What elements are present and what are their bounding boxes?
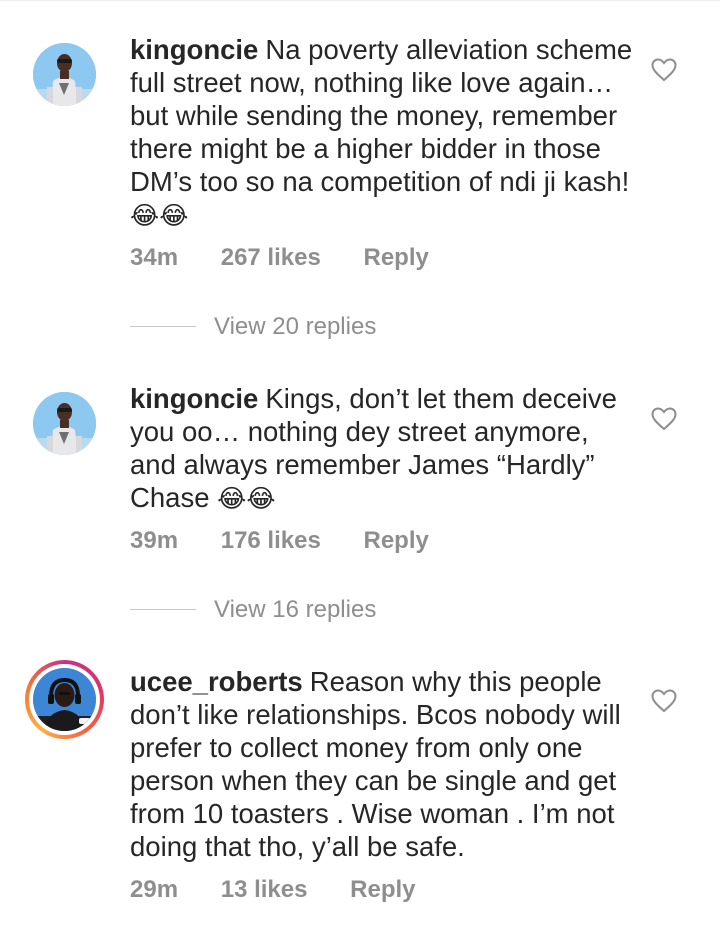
- reply-button[interactable]: Reply: [350, 875, 415, 905]
- comment-text: kingoncie Na poverty alleviation scheme f…: [130, 33, 640, 233]
- top-divider: [0, 0, 720, 1]
- comment-username[interactable]: ucee_roberts: [130, 666, 303, 697]
- comment-likes[interactable]: 176 likes: [221, 526, 321, 556]
- comment-text: ucee_roberts Reason why this people don’t…: [130, 665, 640, 863]
- comment-likes[interactable]: 267 likes: [221, 243, 321, 273]
- divider-line: [130, 326, 196, 327]
- comment-meta: 39m 176 likes Reply: [130, 526, 429, 556]
- comment-username[interactable]: kingoncie: [130, 34, 258, 65]
- heart-outline-icon[interactable]: [651, 58, 677, 82]
- user-photo-icon: [33, 43, 96, 106]
- comment-emoji: 😂😂: [217, 485, 276, 513]
- view-replies-label: View 20 replies: [214, 313, 377, 340]
- reply-button[interactable]: Reply: [363, 526, 428, 556]
- comment-time: 39m: [130, 527, 179, 554]
- heart-outline-icon[interactable]: [651, 407, 677, 431]
- avatar-story-ring[interactable]: [25, 660, 104, 739]
- comment-username[interactable]: kingoncie: [130, 383, 258, 414]
- comment-emoji: 😂😂: [130, 202, 189, 230]
- reply-button[interactable]: Reply: [363, 243, 428, 273]
- comment-time: 29m: [130, 876, 179, 903]
- user-photo-icon: [33, 668, 96, 731]
- heart-outline-icon[interactable]: [651, 689, 677, 713]
- comment-likes[interactable]: 13 likes: [221, 875, 308, 905]
- avatar[interactable]: [33, 43, 96, 106]
- divider-line: [130, 609, 196, 610]
- comment-meta: 29m 13 likes Reply: [130, 875, 416, 905]
- comment-text: kingoncie Kings, don’t let them deceive y…: [130, 382, 640, 516]
- user-photo-icon: [33, 392, 96, 455]
- comment-meta: 34m 267 likes Reply: [130, 243, 429, 273]
- comment-time: 34m: [130, 244, 179, 271]
- view-replies-label: View 16 replies: [214, 596, 377, 623]
- avatar[interactable]: [33, 392, 96, 455]
